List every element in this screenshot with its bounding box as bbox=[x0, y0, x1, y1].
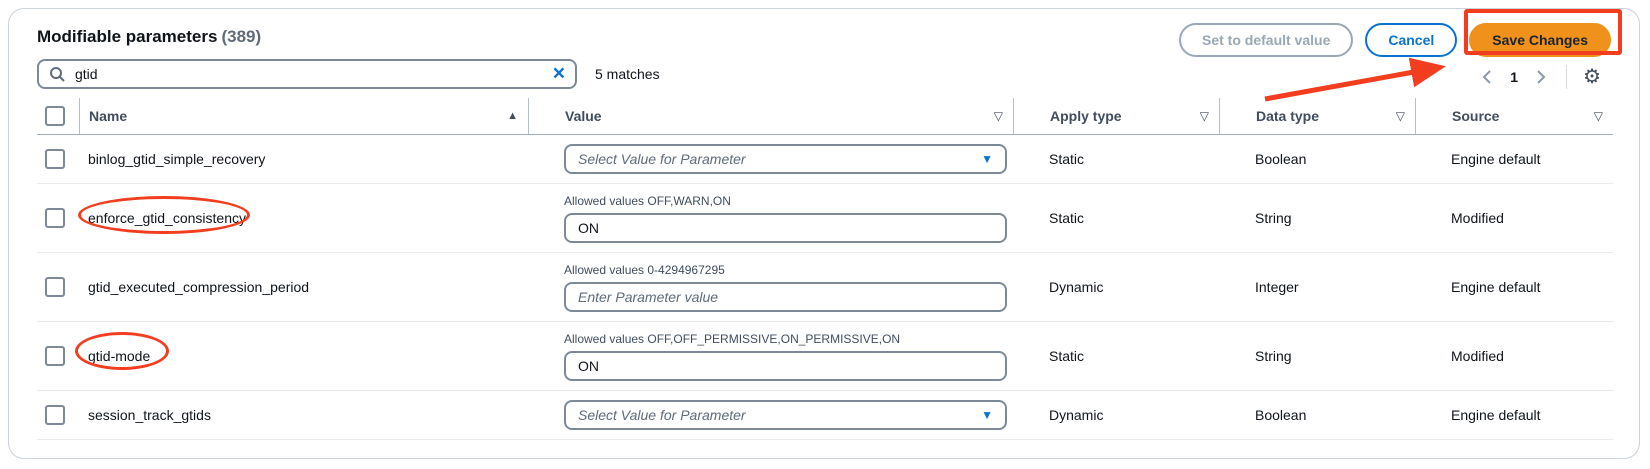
row-checkbox[interactable] bbox=[45, 277, 65, 297]
select-placeholder: Select Value for Parameter bbox=[578, 407, 746, 423]
row-value-cell: Allowed values 0-4294967295 bbox=[564, 263, 1013, 312]
save-changes-button[interactable]: Save Changes bbox=[1469, 23, 1611, 57]
row-checkbox-cell bbox=[37, 208, 79, 228]
allowed-values-label: Allowed values 0-4294967295 bbox=[564, 263, 1007, 277]
value-select[interactable]: Select Value for Parameter ▼ bbox=[564, 400, 1007, 430]
row-data-type-cell: Integer bbox=[1219, 279, 1415, 295]
header-actions: Set to default value Cancel Save Changes bbox=[1179, 23, 1611, 57]
row-value-cell: Select Value for Parameter ▼ bbox=[564, 144, 1013, 174]
row-name-cell: binlog_gtid_simple_recovery bbox=[79, 151, 528, 167]
table-row: gtid_executed_compression_period Allowed… bbox=[37, 252, 1613, 321]
parameter-name: gtid-mode bbox=[88, 348, 150, 364]
chevron-down-icon: ▼ bbox=[981, 408, 993, 422]
previous-page-icon[interactable] bbox=[1478, 65, 1496, 89]
row-checkbox[interactable] bbox=[45, 149, 65, 169]
row-value-cell: Allowed values OFF,WARN,ON bbox=[564, 194, 1013, 243]
value-input[interactable] bbox=[564, 282, 1007, 312]
table-row: session_track_gtids Select Value for Par… bbox=[37, 390, 1613, 440]
settings-gear-icon[interactable]: ⚙ bbox=[1583, 67, 1601, 87]
search-icon bbox=[49, 66, 65, 82]
row-apply-type-cell: Static bbox=[1013, 210, 1219, 226]
table-row: enforce_gtid_consistency Allowed values … bbox=[37, 183, 1613, 252]
table-row: binlog_gtid_simple_recovery Select Value… bbox=[37, 135, 1613, 183]
search-input[interactable] bbox=[73, 65, 553, 83]
search-box[interactable]: × bbox=[37, 59, 577, 89]
column-header-name[interactable]: Name ▲ bbox=[79, 98, 528, 134]
value-input-group: Allowed values 0-4294967295 bbox=[564, 263, 1007, 312]
value-input-group: Allowed values OFF,WARN,ON bbox=[564, 194, 1007, 243]
table-header-row: Name ▲ Value ▽ Apply type ▽ Data type ▽ … bbox=[37, 98, 1613, 135]
row-checkbox-cell bbox=[37, 346, 79, 366]
table-body: binlog_gtid_simple_recovery Select Value… bbox=[37, 135, 1613, 440]
rds-parameter-group-page: Modifiable parameters(389) Set to defaul… bbox=[0, 0, 1650, 469]
parameter-name: gtid_executed_compression_period bbox=[88, 279, 309, 295]
parameters-table: Name ▲ Value ▽ Apply type ▽ Data type ▽ … bbox=[37, 98, 1613, 440]
value-input[interactable] bbox=[564, 213, 1007, 243]
row-value-cell: Select Value for Parameter ▼ bbox=[564, 400, 1013, 430]
parameter-name: enforce_gtid_consistency bbox=[88, 210, 246, 226]
row-checkbox[interactable] bbox=[45, 346, 65, 366]
modifiable-parameters-panel: Modifiable parameters(389) Set to defaul… bbox=[8, 8, 1640, 459]
next-page-icon[interactable] bbox=[1532, 65, 1550, 89]
sort-icon[interactable]: ▽ bbox=[994, 109, 1003, 123]
row-name-cell: session_track_gtids bbox=[79, 407, 528, 423]
value-input[interactable] bbox=[564, 351, 1007, 381]
row-apply-type-cell: Dynamic bbox=[1013, 407, 1219, 423]
row-name-cell: gtid_executed_compression_period bbox=[79, 279, 528, 295]
row-source-cell: Modified bbox=[1415, 348, 1613, 364]
table-row: gtid-mode Allowed values OFF,OFF_PERMISS… bbox=[37, 321, 1613, 390]
sort-icon[interactable]: ▽ bbox=[1396, 109, 1405, 123]
column-header-apply-type[interactable]: Apply type ▽ bbox=[1013, 98, 1219, 134]
column-header-data-type[interactable]: Data type ▽ bbox=[1219, 98, 1415, 134]
row-data-type-cell: Boolean bbox=[1219, 407, 1415, 423]
sort-icon[interactable]: ▽ bbox=[1200, 109, 1209, 123]
parameter-name: binlog_gtid_simple_recovery bbox=[88, 151, 265, 167]
sort-icon[interactable]: ▽ bbox=[1594, 109, 1603, 123]
row-source-cell: Modified bbox=[1415, 210, 1613, 226]
match-count-label: 5 matches bbox=[595, 66, 660, 82]
sort-ascending-icon[interactable]: ▲ bbox=[507, 110, 518, 122]
row-apply-type-cell: Dynamic bbox=[1013, 279, 1219, 295]
pagination-divider bbox=[1566, 65, 1567, 89]
row-checkbox[interactable] bbox=[45, 208, 65, 228]
row-checkbox-cell bbox=[37, 149, 79, 169]
column-header-source[interactable]: Source ▽ bbox=[1415, 98, 1613, 134]
set-to-default-button[interactable]: Set to default value bbox=[1179, 23, 1353, 57]
filter-row: × 5 matches bbox=[37, 59, 660, 89]
page-title-text: Modifiable parameters bbox=[37, 27, 217, 46]
row-source-cell: Engine default bbox=[1415, 279, 1613, 295]
row-data-type-cell: String bbox=[1219, 210, 1415, 226]
allowed-values-label: Allowed values OFF,OFF_PERMISSIVE,ON_PER… bbox=[564, 332, 1007, 346]
row-data-type-cell: String bbox=[1219, 348, 1415, 364]
column-header-value[interactable]: Value ▽ bbox=[528, 98, 1013, 134]
parameter-count: (389) bbox=[221, 27, 261, 46]
row-checkbox-cell bbox=[37, 405, 79, 425]
row-source-cell: Engine default bbox=[1415, 151, 1613, 167]
row-name-cell: gtid-mode bbox=[79, 348, 528, 364]
value-select[interactable]: Select Value for Parameter ▼ bbox=[564, 144, 1007, 174]
select-placeholder: Select Value for Parameter bbox=[578, 151, 746, 167]
page-title: Modifiable parameters(389) bbox=[37, 27, 261, 47]
current-page[interactable]: 1 bbox=[1502, 69, 1526, 85]
row-value-cell: Allowed values OFF,OFF_PERMISSIVE,ON_PER… bbox=[564, 332, 1013, 381]
cancel-button[interactable]: Cancel bbox=[1365, 23, 1457, 57]
row-source-cell: Engine default bbox=[1415, 407, 1613, 423]
chevron-down-icon: ▼ bbox=[981, 152, 993, 166]
row-data-type-cell: Boolean bbox=[1219, 151, 1415, 167]
value-input-group: Allowed values OFF,OFF_PERMISSIVE,ON_PER… bbox=[564, 332, 1007, 381]
header-checkbox-cell bbox=[37, 98, 79, 134]
row-apply-type-cell: Static bbox=[1013, 348, 1219, 364]
clear-search-icon[interactable]: × bbox=[553, 63, 565, 84]
select-all-checkbox[interactable] bbox=[45, 106, 65, 126]
row-name-cell: enforce_gtid_consistency bbox=[79, 210, 528, 226]
allowed-values-label: Allowed values OFF,WARN,ON bbox=[564, 194, 1007, 208]
pagination: 1 ⚙ bbox=[1478, 65, 1601, 89]
row-apply-type-cell: Static bbox=[1013, 151, 1219, 167]
parameter-name: session_track_gtids bbox=[88, 407, 211, 423]
row-checkbox-cell bbox=[37, 277, 79, 297]
row-checkbox[interactable] bbox=[45, 405, 65, 425]
